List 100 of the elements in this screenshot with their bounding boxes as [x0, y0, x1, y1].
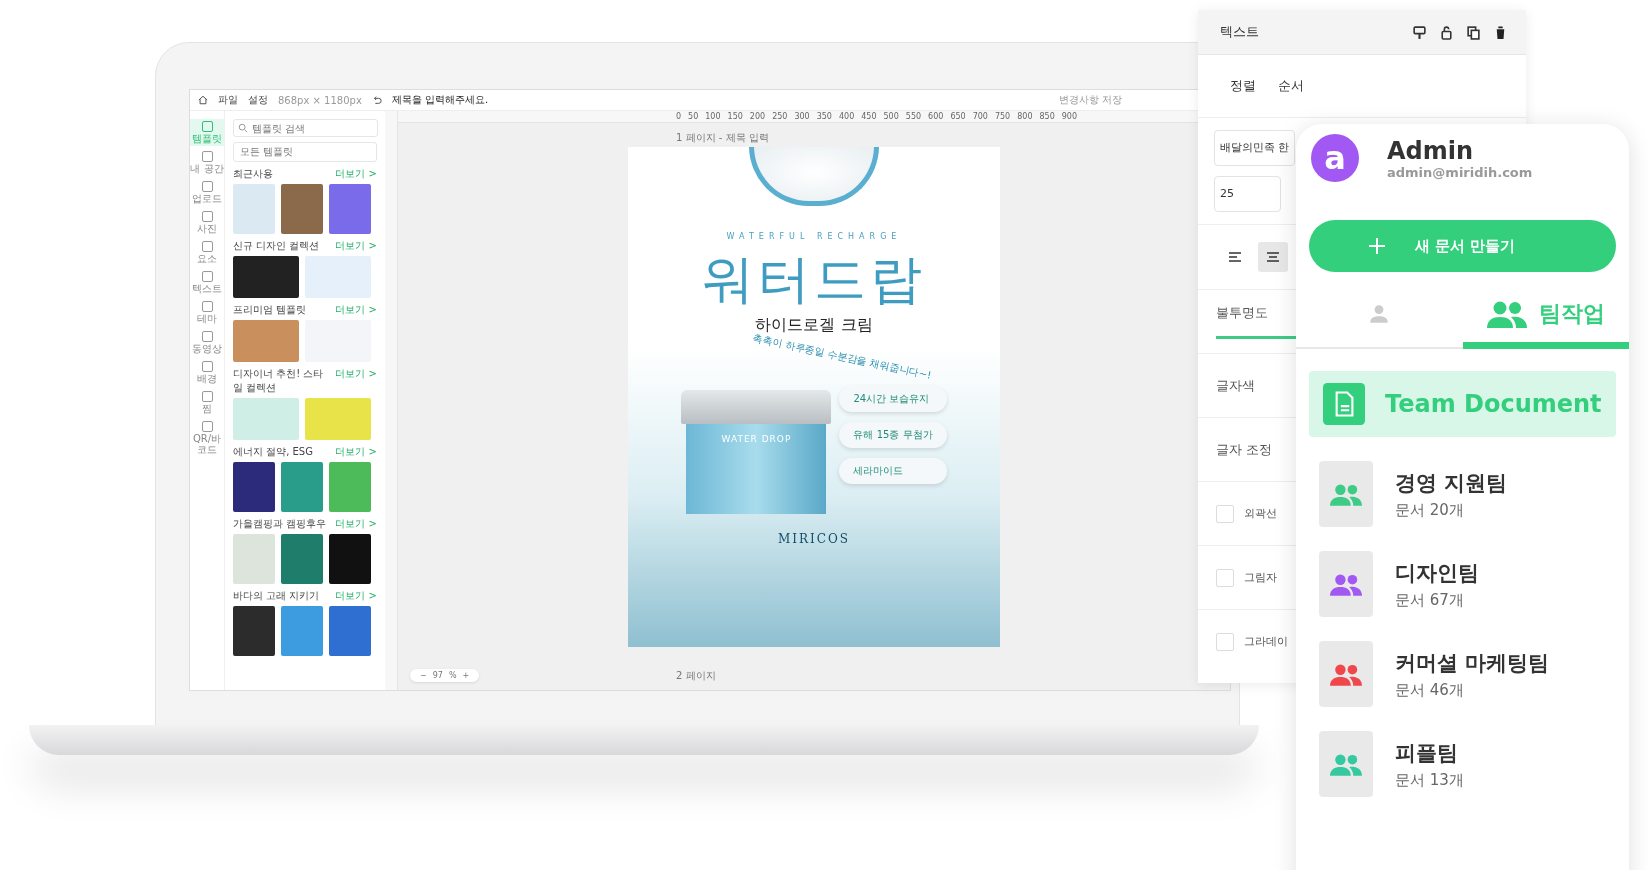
poster-badge: 24시간 보습유지: [839, 386, 947, 412]
ruler-label: 600: [928, 111, 944, 122]
avatar: a: [1311, 134, 1359, 182]
undo-icon[interactable]: [371, 95, 382, 105]
more-link[interactable]: 더보기 >: [335, 517, 377, 531]
template-thumbnail[interactable]: [233, 184, 275, 234]
poster-title: 워터드랍: [702, 248, 926, 311]
size-dropdown[interactable]: 868px × 1180px: [278, 94, 362, 106]
zoom-control[interactable]: − 97 % +: [410, 669, 480, 682]
filter-dropdown[interactable]: 모든 템플릿: [233, 142, 377, 162]
ruler-label: 300: [794, 111, 810, 122]
sidebar-item[interactable]: 템플릿: [190, 119, 224, 146]
sidebar-item[interactable]: 사진: [190, 209, 224, 236]
sidebar-item[interactable]: 업로드: [190, 179, 224, 206]
search-field[interactable]: 템플릿 검색: [233, 119, 378, 137]
sidebar-item[interactable]: 찜: [190, 389, 224, 416]
search-icon: [238, 123, 248, 133]
jar-label: WATER DROP: [721, 434, 792, 446]
team-name[interactable]: 디자인팀: [1395, 558, 1479, 587]
template-thumbnail[interactable]: [305, 256, 371, 298]
section-title: 바다의 고래 지키기: [233, 589, 320, 603]
ruler-label: 0: [676, 111, 682, 122]
plus-icon: [1367, 236, 1387, 256]
workspace-tab[interactable]: 팀작업: [1462, 286, 1629, 349]
title-field[interactable]: 제목을 입력해주세요.: [391, 93, 489, 107]
new-document-button[interactable]: 새 문서 만들기: [1309, 220, 1616, 272]
ruler-label: 850: [1039, 111, 1055, 122]
template-thumbnail[interactable]: [281, 606, 323, 656]
section-title: 프리미엄 템플릿: [233, 303, 307, 317]
template-thumbnail[interactable]: [329, 184, 371, 234]
template-thumbnail[interactable]: [233, 534, 275, 584]
poster-badge: 유해 15종 무첨가: [839, 422, 947, 448]
panel-tab[interactable]: 순서: [1278, 77, 1304, 95]
font-dropdown[interactable]: 배달의민족 한: [1214, 130, 1295, 166]
more-link[interactable]: 더보기 >: [335, 303, 377, 317]
ruler-label: 350: [816, 111, 832, 122]
template-thumbnail[interactable]: [233, 462, 275, 512]
poster-brand: MIRICOS: [777, 532, 850, 546]
more-link[interactable]: 더보기 >: [335, 367, 377, 395]
paint-icon[interactable]: [1412, 24, 1427, 40]
checkbox[interactable]: [1216, 632, 1234, 651]
template-thumbnail[interactable]: [233, 256, 299, 298]
sidebar-item[interactable]: 내 공간: [190, 149, 224, 176]
team-name[interactable]: 경영 지원팀: [1395, 468, 1508, 497]
panel-title: 텍스트: [1220, 23, 1259, 41]
font-size-dropdown[interactable]: 25: [1214, 176, 1281, 212]
team-icon-tile[interactable]: [1319, 461, 1373, 527]
person-icon: [1368, 303, 1391, 325]
ruler-label: 400: [838, 111, 855, 122]
user-name: Admin: [1387, 136, 1475, 165]
document-icon: [1323, 383, 1365, 425]
sidebar-item[interactable]: 동영상: [190, 329, 224, 356]
team-icon-tile[interactable]: [1319, 641, 1373, 707]
menu-item[interactable]: 파일: [218, 93, 238, 107]
copy-icon[interactable]: [1466, 24, 1481, 40]
ruler-label: 150: [727, 111, 743, 122]
panel-tab[interactable]: 정렬: [1230, 77, 1256, 95]
ruler-label: 450: [861, 111, 877, 122]
template-thumbnail[interactable]: [281, 534, 323, 584]
section-title: 신규 디자인 컬렉션: [233, 239, 320, 253]
sidebar-item[interactable]: QR/바코드: [190, 419, 224, 457]
team-name[interactable]: 피플팀: [1395, 738, 1464, 767]
team-name[interactable]: 커머셜 마케팅팀: [1395, 648, 1550, 677]
document-count: 문서 13개: [1395, 770, 1464, 790]
checkbox[interactable]: [1216, 504, 1234, 523]
more-link[interactable]: 더보기 >: [335, 589, 377, 603]
option-label: 그라데이: [1244, 634, 1288, 649]
sidebar-item[interactable]: 요소: [190, 239, 224, 266]
more-link[interactable]: 더보기 >: [335, 445, 377, 459]
section-title: 최근사용: [233, 167, 273, 181]
sidebar-item[interactable]: 테마: [190, 299, 224, 326]
ruler-label: 700: [972, 111, 988, 122]
template-thumbnail[interactable]: [281, 462, 323, 512]
user-email: admin@miridih.com: [1387, 164, 1533, 180]
more-link[interactable]: 더보기 >: [335, 167, 377, 181]
template-thumbnail[interactable]: [233, 320, 299, 362]
more-link[interactable]: 더보기 >: [335, 239, 377, 253]
sidebar-item[interactable]: 텍스트: [190, 269, 224, 296]
ruler-label: 900: [1061, 111, 1078, 122]
align-center-button[interactable]: [1258, 242, 1288, 272]
option-label: 그림자: [1244, 570, 1277, 585]
template-thumbnail[interactable]: [329, 534, 371, 584]
template-thumbnail[interactable]: [329, 462, 371, 512]
team-icon-tile[interactable]: [1319, 731, 1373, 797]
template-thumbnail[interactable]: [233, 606, 275, 656]
document-count: 문서 67개: [1395, 590, 1465, 610]
menu-item[interactable]: 설정: [248, 93, 268, 107]
lock-icon[interactable]: [1439, 24, 1454, 40]
document-count: 문서 20개: [1395, 500, 1465, 520]
template-thumbnail[interactable]: [329, 606, 371, 656]
ruler-label: 650: [950, 111, 966, 122]
team-icon-tile[interactable]: [1319, 551, 1373, 617]
save-status: 변경사항 저장: [1058, 93, 1122, 107]
template-thumbnail[interactable]: [281, 184, 323, 234]
template-thumbnail[interactable]: [305, 398, 371, 440]
sidebar-item[interactable]: 배경: [190, 359, 224, 386]
ruler-label: 500: [883, 111, 899, 122]
checkbox[interactable]: [1216, 568, 1234, 587]
home-icon[interactable]: [198, 95, 208, 105]
template-thumbnail[interactable]: [233, 398, 299, 440]
